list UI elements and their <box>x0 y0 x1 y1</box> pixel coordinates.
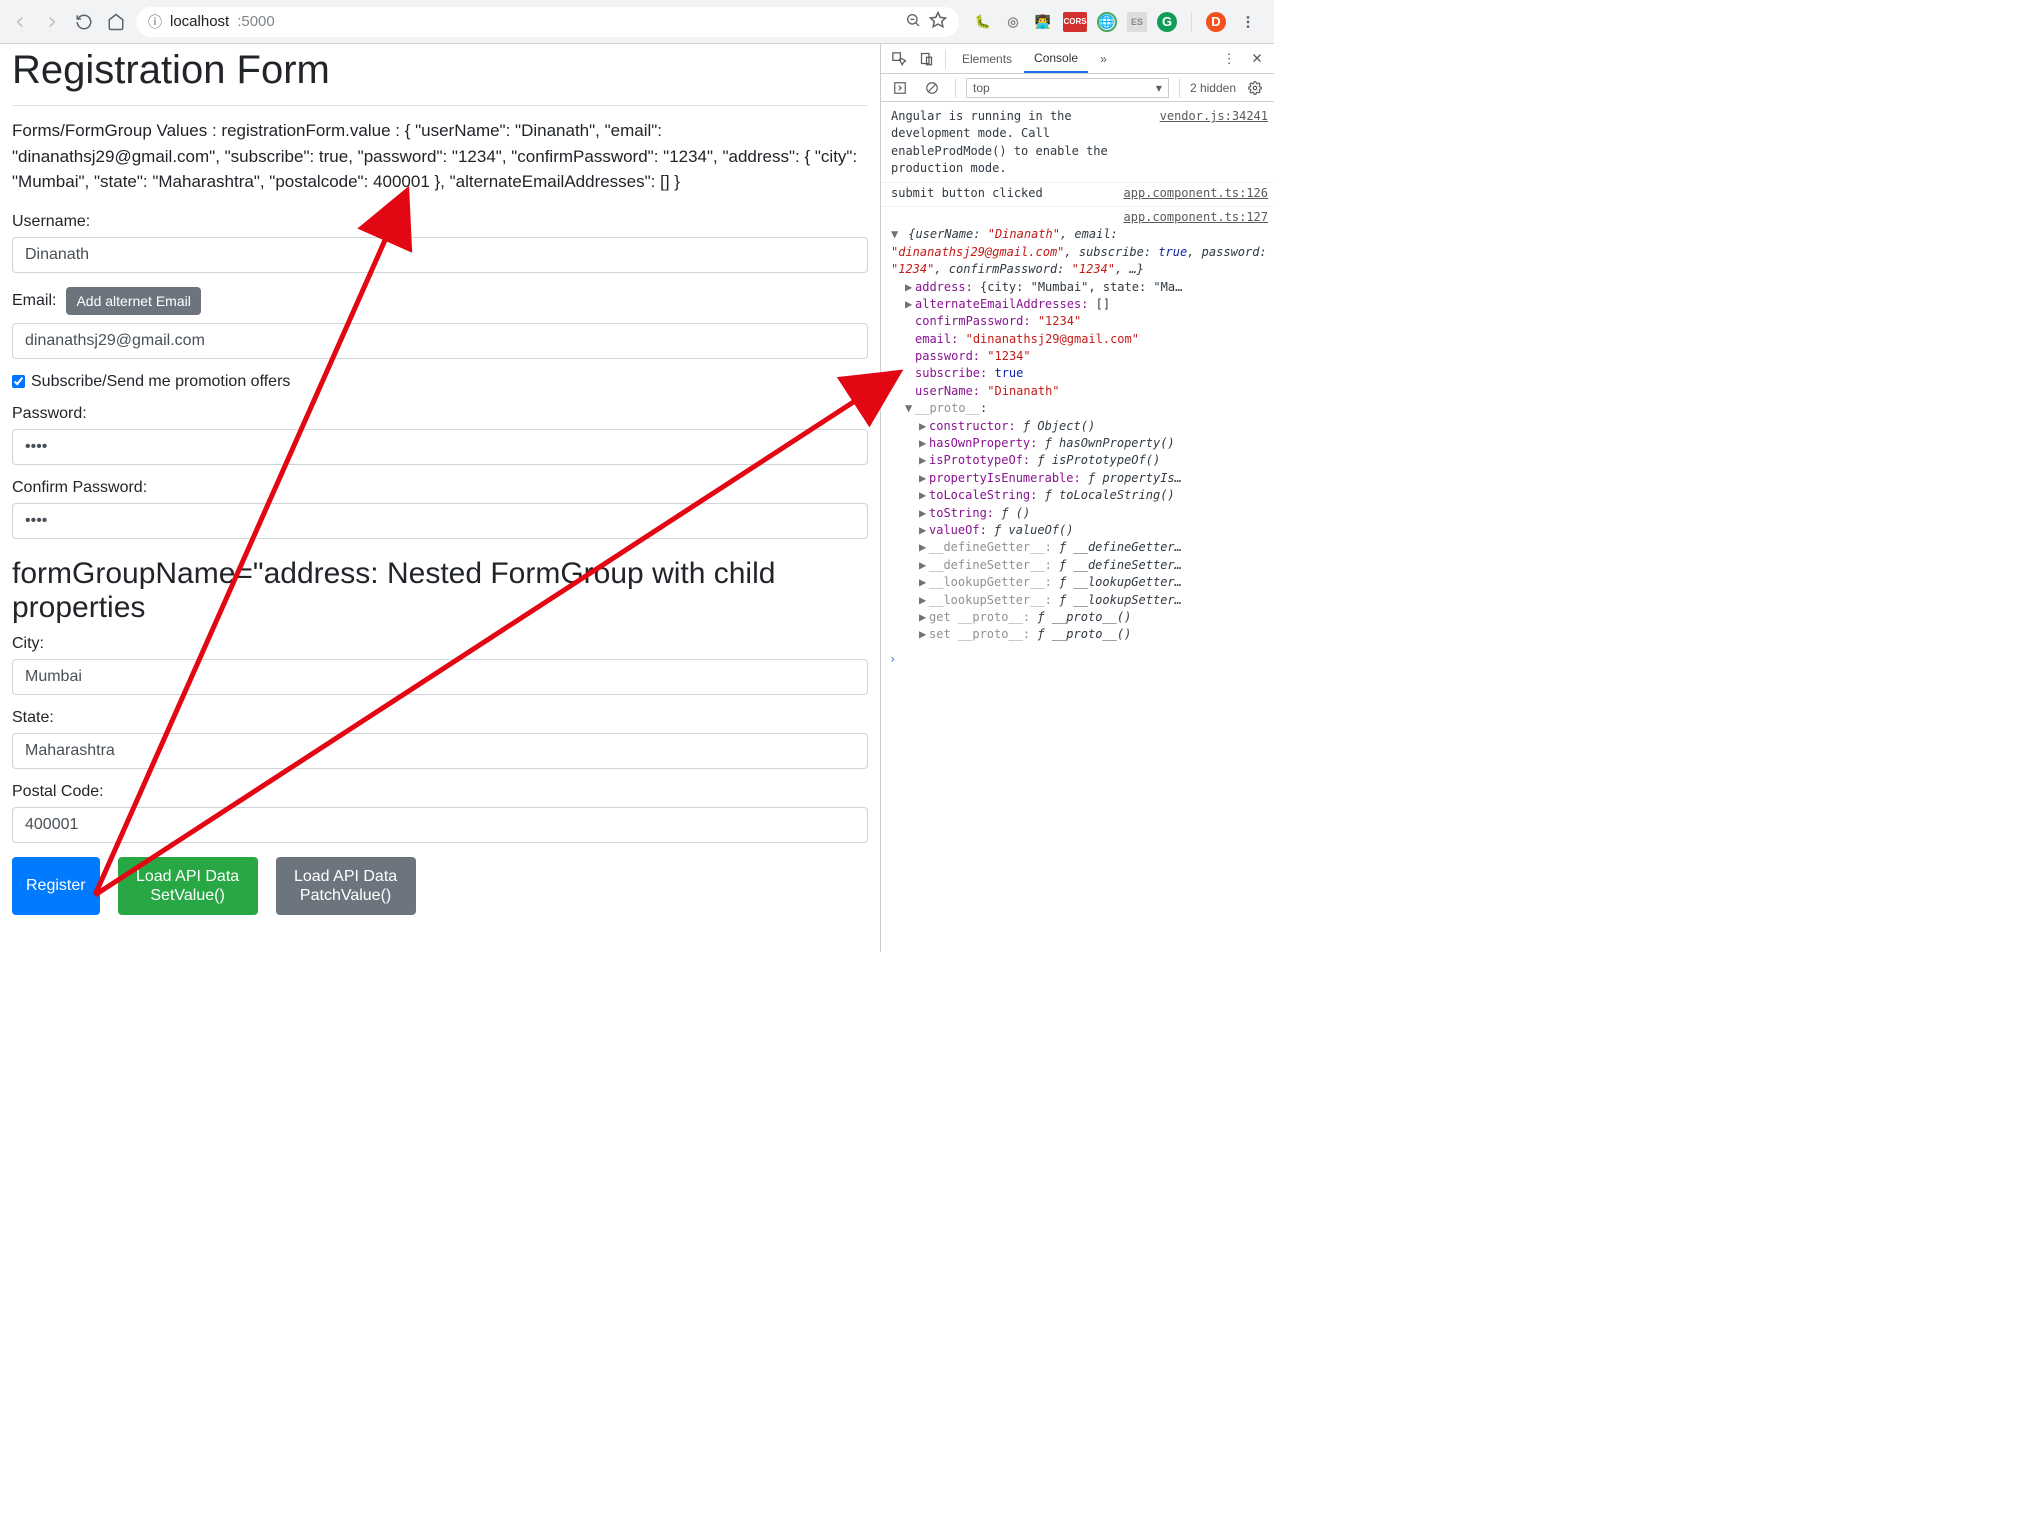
postal-label: Postal Code: <box>12 783 868 801</box>
ext-g-icon[interactable]: G <box>1157 12 1177 32</box>
obj-prop-proto[interactable]: ▼__proto__: <box>905 400 1268 417</box>
state-label: State: <box>12 709 868 727</box>
state-input[interactable] <box>12 733 868 769</box>
url-host: localhost <box>170 13 229 30</box>
nested-heading: formGroupName="address: Nested FormGroup… <box>12 557 868 625</box>
obj-prop[interactable]: ▶hasOwnProperty: ƒ hasOwnProperty() <box>919 435 1268 452</box>
forward-button[interactable] <box>40 10 64 34</box>
browser-toolbar: ⓘ localhost :5000 🐛 ◎ 👨‍💻 CORS 🌐 ES G D <box>0 0 1274 44</box>
username-input[interactable] <box>12 237 868 273</box>
page-title: Registration Form <box>12 48 868 93</box>
load-patchvalue-button[interactable]: Load API DataPatchValue() <box>276 857 416 915</box>
city-input[interactable] <box>12 659 868 695</box>
divider <box>1191 12 1192 32</box>
email-input[interactable] <box>12 323 868 359</box>
console-sidebar-icon[interactable] <box>887 75 913 101</box>
log-entry: Angular is running in the development mo… <box>881 106 1274 183</box>
divider <box>1179 78 1180 98</box>
back-button[interactable] <box>8 10 32 34</box>
add-alt-email-button[interactable]: Add alternet Email <box>66 287 200 315</box>
ext-target-icon[interactable]: ◎ <box>1003 12 1023 32</box>
confirm-password-label: Confirm Password: <box>12 479 868 497</box>
obj-prop[interactable]: ▶set __proto__: ƒ __proto__() <box>919 626 1268 643</box>
clear-console-icon[interactable] <box>919 75 945 101</box>
obj-prop[interactable]: ▶address: {city: "Mumbai", state: "Ma… <box>905 279 1268 296</box>
obj-prop[interactable]: ▶isPrototypeOf: ƒ isPrototypeOf() <box>919 452 1268 469</box>
chrome-menu-button[interactable] <box>1236 10 1260 34</box>
username-label: Username: <box>12 213 868 231</box>
page-content: Registration Form Forms/FormGroup Values… <box>0 44 880 952</box>
obj-prop[interactable]: ▶__lookupGetter__: ƒ __lookupGetter… <box>919 574 1268 591</box>
inspect-element-icon[interactable] <box>885 46 911 72</box>
obj-prop[interactable]: ▶get __proto__: ƒ __proto__() <box>919 609 1268 626</box>
console-log: Angular is running in the development mo… <box>881 102 1274 952</box>
divider <box>12 105 868 106</box>
devtools-tabs: Elements Console » ⋮ ✕ <box>881 44 1274 74</box>
tab-overflow[interactable]: » <box>1090 46 1117 72</box>
obj-prop[interactable]: ▶__lookupSetter__: ƒ __lookupSetter… <box>919 592 1268 609</box>
subscribe-checkbox[interactable] <box>12 375 25 388</box>
postal-input[interactable] <box>12 807 868 843</box>
device-toggle-icon[interactable] <box>913 46 939 72</box>
ext-es-icon[interactable]: ES <box>1127 12 1147 32</box>
city-label: City: <box>12 635 868 653</box>
tab-elements[interactable]: Elements <box>952 46 1022 72</box>
star-icon[interactable] <box>929 11 947 32</box>
reload-button[interactable] <box>72 10 96 34</box>
hidden-count[interactable]: 2 hidden <box>1190 81 1236 95</box>
register-button[interactable]: Register <box>12 857 100 915</box>
log-entry: submit button clicked app.component.ts:1… <box>881 183 1274 207</box>
confirm-password-input[interactable] <box>12 503 868 539</box>
load-setvalue-button[interactable]: Load API DataSetValue() <box>118 857 258 915</box>
home-button[interactable] <box>104 10 128 34</box>
divider <box>955 78 956 98</box>
url-port: :5000 <box>237 13 275 30</box>
log-source-link[interactable]: vendor.js:34241 <box>1152 108 1268 178</box>
console-prompt[interactable]: › <box>881 648 1274 670</box>
extensions-row: 🐛 ◎ 👨‍💻 CORS 🌐 ES G D <box>967 10 1266 34</box>
devtools-close-icon[interactable]: ✕ <box>1244 46 1270 72</box>
console-settings-icon[interactable] <box>1242 75 1268 101</box>
ext-globe-icon[interactable]: 🌐 <box>1097 12 1117 32</box>
obj-prop[interactable]: email: "dinanathsj29@gmail.com" <box>905 331 1268 348</box>
address-bar[interactable]: ⓘ localhost :5000 <box>136 7 959 37</box>
zoom-icon[interactable] <box>905 12 921 31</box>
divider <box>945 49 946 69</box>
obj-prop[interactable]: ▶propertyIsEnumerable: ƒ propertyIs… <box>919 470 1268 487</box>
object-summary[interactable]: ▼ {userName: "Dinanath", email: "dinanat… <box>891 226 1268 278</box>
obj-prop[interactable]: ▶__defineSetter__: ƒ __defineSetter… <box>919 557 1268 574</box>
site-info-icon[interactable]: ⓘ <box>148 12 162 32</box>
chevron-down-icon: ▾ <box>1156 81 1162 95</box>
obj-prop[interactable]: ▶toString: ƒ () <box>919 505 1268 522</box>
ext-cors-icon[interactable]: CORS <box>1063 12 1087 32</box>
context-selector[interactable]: top ▾ <box>966 78 1169 98</box>
email-label: Email: <box>12 292 56 310</box>
obj-prop[interactable]: ▶toLocaleString: ƒ toLocaleString() <box>919 487 1268 504</box>
tab-console[interactable]: Console <box>1024 45 1088 73</box>
log-entry-object: app.component.ts:127 ▼ {userName: "Dinan… <box>881 207 1274 648</box>
obj-prop[interactable]: userName: "Dinanath" <box>905 383 1268 400</box>
form-value-dump: Forms/FormGroup Values : registrationFor… <box>12 118 868 195</box>
devtools-panel: Elements Console » ⋮ ✕ top ▾ <box>880 44 1274 952</box>
obj-prop[interactable]: ▶constructor: ƒ Object() <box>919 418 1268 435</box>
obj-prop[interactable]: ▶__defineGetter__: ƒ __defineGetter… <box>919 539 1268 556</box>
obj-prop[interactable]: ▶valueOf: ƒ valueOf() <box>919 522 1268 539</box>
obj-prop[interactable]: confirmPassword: "1234" <box>905 313 1268 330</box>
console-toolbar: top ▾ 2 hidden <box>881 74 1274 102</box>
obj-prop[interactable]: subscribe: true <box>905 365 1268 382</box>
log-source-link[interactable]: app.component.ts:126 <box>1116 185 1269 202</box>
devtools-menu-icon[interactable]: ⋮ <box>1216 46 1242 72</box>
profile-avatar[interactable]: D <box>1206 12 1226 32</box>
obj-prop[interactable]: password: "1234" <box>905 348 1268 365</box>
ext-dev-icon[interactable]: 👨‍💻 <box>1033 12 1053 32</box>
password-input[interactable] <box>12 429 868 465</box>
password-label: Password: <box>12 405 868 423</box>
obj-prop[interactable]: ▶alternateEmailAddresses: [] <box>905 296 1268 313</box>
ext-worm-icon[interactable]: 🐛 <box>973 12 993 32</box>
log-source-link[interactable]: app.component.ts:127 <box>1116 210 1269 224</box>
subscribe-label: Subscribe/Send me promotion offers <box>31 373 290 391</box>
